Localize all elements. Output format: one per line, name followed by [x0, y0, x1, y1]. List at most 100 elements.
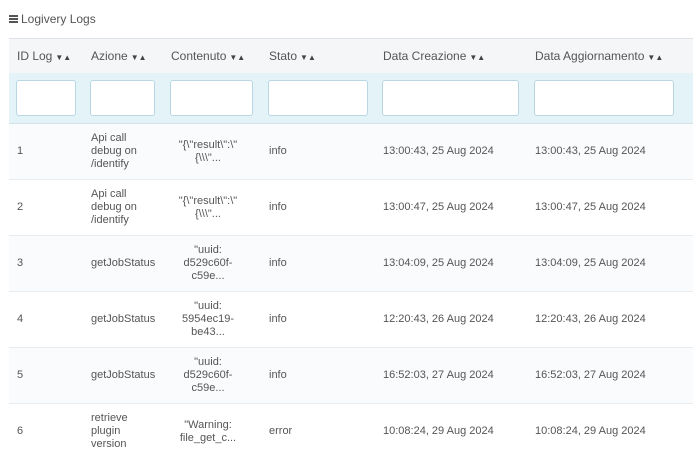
table-row[interactable]: 1 Api call debug on/identify "{\"result\":\…	[9, 123, 693, 180]
cell-azione-line: debug on	[91, 201, 137, 213]
filter-input-stato[interactable]	[268, 79, 368, 116]
column-header-data-creazione[interactable]: Data Creazione ▼▲	[375, 38, 527, 73]
cell-stato: info	[261, 235, 375, 292]
cell-data-creazione: 13:04:09, 25 Aug 2024	[375, 235, 527, 292]
cell-data-creazione: 10:08:24, 29 Aug 2024	[375, 403, 527, 455]
cell-azione-line: debug on	[91, 145, 137, 157]
cell-azione-line: version	[91, 438, 127, 450]
filter-input-data-creazione[interactable]	[382, 79, 519, 116]
sort-arrows-icon[interactable]: ▼▲	[300, 53, 316, 62]
cell-azione-line: getJobStatus	[91, 257, 156, 269]
cell-azione: retrieve plugin version	[83, 403, 163, 455]
table-row[interactable]: 3 getJobStatus "uuid: d529c60f-c59e... info 1…	[9, 235, 693, 292]
cell-contenuto-line: {\\\"...	[195, 207, 221, 220]
cell-contenuto-line: "uuid:	[194, 356, 222, 368]
sort-arrows-icon[interactable]: ▼▲	[55, 53, 71, 62]
column-header-stato[interactable]: Stato ▼▲	[261, 38, 375, 73]
cell-azione-line: plugin	[91, 425, 121, 437]
column-header-label: Contenuto	[171, 48, 227, 63]
cell-azione: Api call debug on/identify	[83, 179, 163, 236]
cell-id-log: 3	[9, 235, 83, 292]
cell-azione-line: getJobStatus	[91, 369, 156, 381]
column-header-label: Data Creazione	[383, 48, 467, 63]
cell-contenuto-line: "uuid:	[194, 300, 222, 312]
cell-azione: Api call debug on/identify	[83, 123, 163, 180]
sort-arrows-icon[interactable]: ▼▲	[229, 53, 245, 62]
table-row[interactable]: 6 retrieve plugin version "Warning: file_get_…	[9, 403, 693, 455]
cell-stato: info	[261, 291, 375, 348]
cell-contenuto: "uuid: 5954ec19- be43...	[163, 291, 261, 348]
cell-contenuto-line: {\\\"...	[195, 151, 221, 164]
cell-data-aggiornamento: 16:52:03, 27 Aug 2024	[527, 347, 693, 404]
table-row[interactable]: 4 getJobStatus "uuid: 5954ec19- be43... info 1…	[9, 291, 693, 348]
filter-input-azione[interactable]	[90, 79, 155, 116]
filter-input-id-log[interactable]	[16, 79, 76, 116]
panel-title-text: Logivery Logs	[21, 12, 96, 26]
cell-data-creazione: 13:00:43, 25 Aug 2024	[375, 123, 527, 180]
cell-contenuto-line: c59e...	[191, 382, 225, 394]
cell-id-log: 1	[9, 123, 83, 180]
cell-contenuto-line: "{\"result\":\"	[178, 194, 238, 207]
cell-azione-line: Api call	[91, 132, 127, 144]
cell-stato: info	[261, 347, 375, 404]
cell-azione: getJobStatus	[83, 235, 163, 292]
sort-arrows-icon[interactable]: ▼▲	[131, 53, 147, 62]
table-body: 1 Api call debug on/identify "{\"result\":\…	[9, 123, 693, 455]
column-header-id-log[interactable]: ID Log ▼▲	[9, 38, 83, 73]
cell-id-log: 5	[9, 347, 83, 404]
cell-contenuto: "uuid: d529c60f-c59e...	[163, 235, 261, 292]
cell-contenuto: "uuid: d529c60f-c59e...	[163, 347, 261, 404]
filter-row	[9, 72, 693, 124]
table-row[interactable]: 5 getJobStatus "uuid: d529c60f-c59e... info 1…	[9, 347, 693, 404]
cell-stato: info	[261, 179, 375, 236]
cell-data-creazione: 12:20:43, 26 Aug 2024	[375, 291, 527, 348]
cell-contenuto-line: d529c60f-	[183, 257, 233, 269]
cell-azione: getJobStatus	[83, 291, 163, 348]
column-header-label: ID Log	[17, 48, 53, 63]
logs-table: ID Log ▼▲ Azione ▼▲ Contenuto ▼▲ Stato ▼▲ Da…	[9, 38, 693, 455]
cell-azione-line: /identify	[91, 214, 129, 226]
filter-input-contenuto[interactable]	[170, 79, 253, 116]
cell-azione-line: /identify	[91, 158, 129, 170]
table-header-row: ID Log ▼▲ Azione ▼▲ Contenuto ▼▲ Stato ▼▲ Da…	[9, 38, 693, 73]
column-header-label: Azione	[91, 48, 128, 63]
cell-contenuto-line: 5954ec19-	[182, 313, 234, 325]
column-header-data-aggiornamento[interactable]: Data Aggiornamento ▼▲	[527, 38, 693, 73]
logs-table-container: ID Log ▼▲ Azione ▼▲ Contenuto ▼▲ Stato ▼▲ Da…	[9, 38, 693, 455]
sort-arrows-icon[interactable]: ▼▲	[469, 53, 485, 62]
cell-data-creazione: 13:00:47, 25 Aug 2024	[375, 179, 527, 236]
cell-contenuto-line: "uuid:	[194, 244, 222, 256]
panel-title: Logivery Logs	[9, 11, 96, 27]
cell-contenuto-line: d529c60f-	[183, 369, 233, 381]
cell-contenuto-line: be43...	[191, 326, 225, 338]
table-row[interactable]: 2 Api call debug on/identify "{\"result\":\…	[9, 179, 693, 236]
cell-stato: info	[261, 123, 375, 180]
cell-azione-line: getJobStatus	[91, 313, 156, 325]
filter-input-data-aggiornamento[interactable]	[534, 79, 674, 116]
cell-data-aggiornamento: 13:04:09, 25 Aug 2024	[527, 235, 693, 292]
cell-contenuto: "{\"result\":\" {\\\"...	[163, 179, 261, 236]
cell-id-log: 4	[9, 291, 83, 348]
cell-contenuto-line: file_get_c...	[179, 431, 237, 444]
cell-azione-line: Api call	[91, 188, 127, 200]
cell-contenuto: "Warning: file_get_c...	[163, 403, 261, 455]
cell-azione-line: retrieve	[91, 412, 128, 424]
cell-contenuto-line: c59e...	[191, 270, 225, 282]
cell-id-log: 2	[9, 179, 83, 236]
cell-azione: getJobStatus	[83, 347, 163, 404]
column-header-label: Stato	[269, 48, 298, 63]
column-header-label: Data Aggiornamento	[535, 48, 645, 63]
sort-arrows-icon[interactable]: ▼▲	[647, 53, 663, 62]
column-header-contenuto[interactable]: Contenuto ▼▲	[163, 38, 261, 73]
cell-contenuto: "{\"result\":\" {\\\"...	[163, 123, 261, 180]
cell-data-creazione: 16:52:03, 27 Aug 2024	[375, 347, 527, 404]
menu-icon	[9, 15, 18, 23]
column-header-azione[interactable]: Azione ▼▲	[83, 38, 163, 73]
cell-contenuto-line: "Warning:	[184, 418, 232, 431]
cell-id-log: 6	[9, 403, 83, 455]
cell-data-aggiornamento: 12:20:43, 26 Aug 2024	[527, 291, 693, 348]
cell-data-aggiornamento: 13:00:47, 25 Aug 2024	[527, 179, 693, 236]
cell-data-aggiornamento: 10:08:24, 29 Aug 2024	[527, 403, 693, 455]
cell-contenuto-line: "{\"result\":\"	[178, 138, 238, 151]
cell-data-aggiornamento: 13:00:43, 25 Aug 2024	[527, 123, 693, 180]
